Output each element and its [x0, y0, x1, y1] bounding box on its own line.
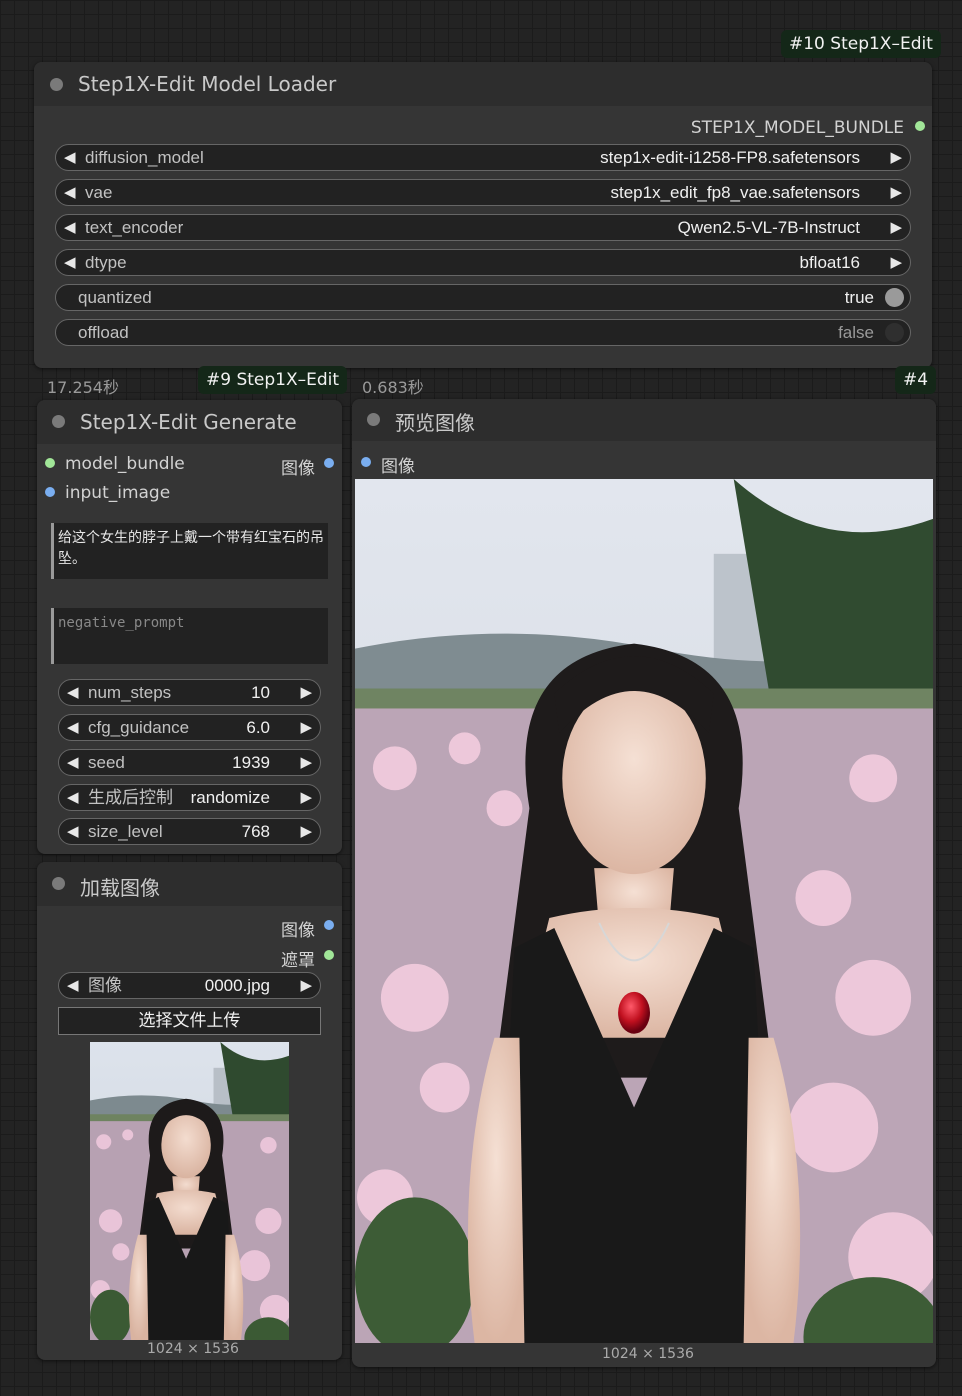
node-10-badge: #10 Step1X–Edit — [781, 30, 941, 58]
output-label: STEP1X_MODEL_BUNDLE — [690, 118, 904, 138]
decrement-arrow-icon[interactable]: ◀ — [67, 680, 79, 705]
quantized-toggle[interactable]: quantized true — [55, 284, 911, 311]
seed-number[interactable]: ◀ seed 1939 ▶ — [58, 749, 321, 776]
decrement-arrow-icon[interactable]: ◀ — [64, 180, 76, 205]
image-dimensions: 1024 × 1536 — [602, 1346, 694, 1362]
mask-output-label: 遮罩 — [281, 951, 315, 971]
node-4-badge: #4 — [895, 366, 937, 394]
preview-header[interactable]: 预览图像 — [352, 399, 936, 441]
diffusion-model-combo[interactable]: ◀ diffusion_model step1x-edit-i1258-FP8.… — [55, 144, 911, 171]
load-image-header[interactable]: 加载图像 — [37, 862, 342, 906]
collapse-dot-icon[interactable] — [52, 877, 65, 890]
model-loader-header[interactable]: Step1X-Edit Model Loader — [34, 62, 932, 106]
preview-exec-time: 0.683秒 — [362, 378, 424, 397]
loaded-image-thumbnail — [90, 1042, 289, 1340]
increment-arrow-icon[interactable]: ▶ — [300, 680, 312, 705]
model-bundle-input-label: model_bundle — [65, 454, 185, 474]
output-slot-dot-icon[interactable] — [915, 121, 925, 131]
collapse-dot-icon[interactable] — [367, 413, 380, 426]
increment-arrow-icon[interactable]: ▶ — [890, 180, 902, 205]
collapse-dot-icon[interactable] — [52, 415, 65, 428]
collapse-dot-icon[interactable] — [50, 78, 63, 91]
cfg-guidance-number[interactable]: ◀ cfg_guidance 6.0 ▶ — [58, 714, 321, 741]
node-title: 加载图像 — [80, 876, 160, 900]
load-image-node[interactable]: 加载图像 图像 遮罩 ◀ 图像 0000.jpg ▶ 选择文件上传 1024 ×… — [37, 862, 342, 1360]
decrement-arrow-icon[interactable]: ◀ — [67, 819, 79, 844]
node-9-badge: #9 Step1X–Edit — [198, 366, 348, 394]
increment-arrow-icon[interactable]: ▶ — [300, 715, 312, 740]
negative-prompt-textarea[interactable]: negative_prompt — [51, 608, 328, 664]
toggle-off-knob-icon[interactable] — [885, 323, 904, 342]
decrement-arrow-icon[interactable]: ◀ — [67, 973, 79, 998]
mask-output-dot-icon[interactable] — [324, 950, 334, 960]
increment-arrow-icon[interactable]: ▶ — [300, 785, 312, 810]
image-dimensions: 1024 × 1536 — [147, 1341, 239, 1357]
offload-toggle[interactable]: offload false — [55, 319, 911, 346]
decrement-arrow-icon[interactable]: ◀ — [67, 750, 79, 775]
image-output-dot-icon[interactable] — [324, 920, 334, 930]
preview-image-node[interactable]: 预览图像 图像 1024 × 1536 — [352, 399, 936, 1367]
increment-arrow-icon[interactable]: ▶ — [890, 145, 902, 170]
input-image-dot-icon[interactable] — [45, 487, 55, 497]
prompt-textarea[interactable]: 给这个女生的脖子上戴一个带有红宝石的吊坠。 — [51, 523, 328, 579]
image-input-dot-icon[interactable] — [361, 457, 371, 467]
decrement-arrow-icon[interactable]: ◀ — [64, 215, 76, 240]
generate-header[interactable]: Step1X-Edit Generate — [37, 400, 342, 444]
node-title: 预览图像 — [395, 411, 475, 435]
decrement-arrow-icon[interactable]: ◀ — [64, 250, 76, 275]
dtype-combo[interactable]: ◀ dtype bfloat16 ▶ — [55, 249, 911, 276]
decrement-arrow-icon[interactable]: ◀ — [64, 145, 76, 170]
image-output-label: 图像 — [281, 459, 315, 479]
generate-node[interactable]: Step1X-Edit Generate model_bundle 图像 inp… — [37, 400, 342, 854]
toggle-on-knob-icon[interactable] — [885, 288, 904, 307]
increment-arrow-icon[interactable]: ▶ — [300, 973, 312, 998]
num-steps-number[interactable]: ◀ num_steps 10 ▶ — [58, 679, 321, 706]
increment-arrow-icon[interactable]: ▶ — [890, 250, 902, 275]
model-loader-node[interactable]: Step1X-Edit Model Loader STEP1X_MODEL_BU… — [34, 62, 932, 368]
increment-arrow-icon[interactable]: ▶ — [300, 819, 312, 844]
preview-image — [355, 479, 933, 1343]
text-encoder-combo[interactable]: ◀ text_encoder Qwen2.5-VL-7B-Instruct ▶ — [55, 214, 911, 241]
model-bundle-input-dot-icon[interactable] — [45, 458, 55, 468]
decrement-arrow-icon[interactable]: ◀ — [67, 785, 79, 810]
size-level-number[interactable]: ◀ size_level 768 ▶ — [58, 818, 321, 845]
generate-exec-time: 17.254秒 — [47, 378, 119, 397]
increment-arrow-icon[interactable]: ▶ — [890, 215, 902, 240]
node-title: Step1X-Edit Model Loader — [78, 72, 337, 96]
control-after-generate-combo[interactable]: ◀ 生成后控制 randomize ▶ — [58, 784, 321, 811]
node-title: Step1X-Edit Generate — [80, 410, 297, 434]
input-image-label: input_image — [65, 483, 171, 503]
image-file-combo[interactable]: ◀ 图像 0000.jpg ▶ — [58, 972, 321, 999]
image-output-dot-icon[interactable] — [324, 458, 334, 468]
upload-file-button[interactable]: 选择文件上传 — [58, 1007, 321, 1035]
vae-combo[interactable]: ◀ vae step1x_edit_fp8_vae.safetensors ▶ — [55, 179, 911, 206]
image-output-label: 图像 — [281, 921, 315, 941]
increment-arrow-icon[interactable]: ▶ — [300, 750, 312, 775]
image-input-label: 图像 — [381, 457, 415, 477]
decrement-arrow-icon[interactable]: ◀ — [67, 715, 79, 740]
